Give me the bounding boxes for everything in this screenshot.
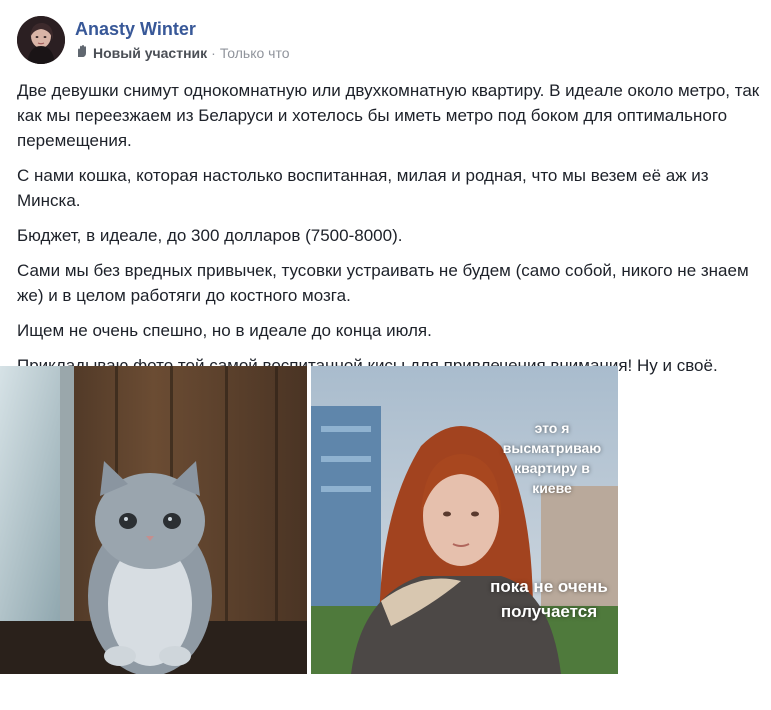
avatar[interactable] (17, 16, 65, 64)
cat-photo[interactable] (0, 366, 307, 674)
post-paragraph: Сами мы без вредных привычек, тусовки ус… (17, 261, 749, 305)
post-paragraph: Ищем не очень спешно, но в идеале до кон… (17, 321, 432, 340)
post-paragraph: С нами кошка, которая настолько воспитан… (17, 166, 709, 210)
post-body: Две девушки снимут однокомнатную или дву… (17, 78, 762, 388)
photo-caption-bottom: пока не очень получается (490, 577, 608, 621)
photo-grid: это я высматриваю квартиру в киеве пока … (0, 366, 618, 674)
post-paragraph: Бюджет, в идеале, до 300 долларов (7500-… (17, 226, 403, 245)
post-meta: Новый участник · Только что (75, 44, 290, 61)
new-member-badge: Новый участник (93, 44, 208, 61)
post-timestamp[interactable]: Только что (220, 45, 290, 61)
girl-photo[interactable]: это я высматриваю квартиру в киеве пока … (311, 366, 618, 674)
meta-separator: · (211, 44, 216, 61)
post-paragraph: Две девушки снимут однокомнатную или дву… (17, 81, 760, 150)
photo-caption-top: это я высматриваю квартиру в киеве (502, 420, 602, 496)
new-member-icon (75, 44, 89, 61)
author-name[interactable]: Anasty Winter (75, 19, 196, 40)
